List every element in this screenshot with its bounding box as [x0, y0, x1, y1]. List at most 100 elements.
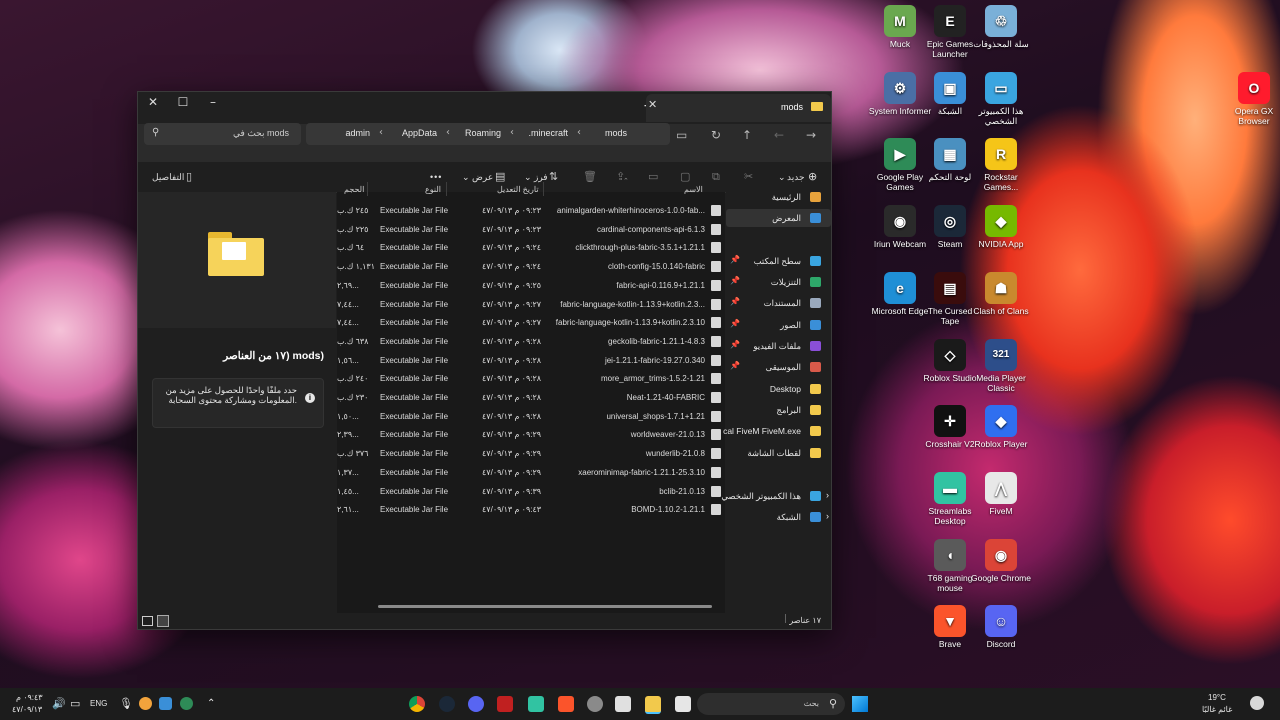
nav-item-this-pc[interactable]: هذا الكمبيوتر الشخصي › — [721, 487, 831, 505]
clock-date[interactable]: ٤٧/٠٩/١٣ — [12, 705, 42, 714]
desktop-icon-roblox-player[interactable]: ◆ Roblox Player — [969, 405, 1033, 449]
table-row[interactable]: fabric-api-0.116.9+1.21.1 ٠٩:٢٥ م ٤٧/٠٩/١… — [337, 277, 725, 295]
desktop-icon-fivem[interactable]: ⋀ FiveM — [969, 472, 1033, 516]
add-icon[interactable]: ⊕ — [808, 170, 817, 183]
forward-arrow-icon[interactable]: → — [806, 128, 816, 142]
horizontal-scrollbar[interactable] — [378, 605, 712, 608]
table-row[interactable]: jei-1.21.1-fabric-19.27.0.340 ٠٩:٢٨ م ٤٧/… — [337, 352, 725, 370]
app-icon[interactable] — [497, 696, 513, 712]
column-header-type[interactable]: النوع — [425, 185, 441, 194]
column-header-date[interactable]: تاريخ التعديل — [497, 185, 539, 194]
view-button[interactable]: عرض — [472, 172, 493, 183]
streamlabs-icon[interactable] — [528, 696, 544, 712]
tray-chevron-icon[interactable]: ⌃ — [207, 698, 215, 709]
paste-icon[interactable]: ▢ — [680, 170, 690, 183]
address-bar[interactable]: admin ‹ AppData ‹ Roaming ‹ .minecraft ‹… — [306, 123, 670, 145]
task-view-icon[interactable] — [675, 696, 691, 712]
back-arrow-icon[interactable]: ← — [774, 128, 784, 142]
nav-item-folder[interactable]: cal FiveM FiveM.exe — [723, 422, 831, 440]
up-arrow-icon[interactable]: ↑ — [742, 128, 752, 142]
close-window-button[interactable]: ✕ — [138, 92, 168, 112]
gaming-mouse-icon[interactable] — [587, 696, 603, 712]
nav-item-home[interactable]: الرئيسية — [726, 188, 831, 206]
desktop-icon-discord[interactable]: ☺ Discord — [969, 605, 1033, 649]
volume-icon[interactable]: 🔊 — [52, 697, 66, 710]
breadcrumb-mods[interactable]: mods — [605, 128, 627, 138]
table-row[interactable]: BOMD-1.10.2-1.21.1 ٠٩:٤٣ م ٤٧/٠٩/١٣ Execut… — [337, 501, 725, 519]
chrome-icon[interactable] — [409, 696, 425, 712]
nav-item-gallery[interactable]: المعرض — [726, 209, 831, 227]
language-indicator[interactable]: ENG — [90, 699, 107, 708]
table-row[interactable]: bclib-21.0.13 ٠٩:٣٩ م ٤٧/٠٩/١٣ Executable … — [337, 483, 725, 501]
desktop-icon-nvidia[interactable]: ◆ NVIDIA App — [969, 205, 1033, 249]
table-row[interactable]: more_armor_trims-1.5.2-1.21 ٠٩:٢٨ م ٤٧/٠٩… — [337, 370, 725, 388]
maximize-window-button[interactable]: ☐ — [168, 92, 198, 112]
table-row[interactable]: xaerominimap-fabric-1.21.1-25.3.10 ٠٩:٢٩ … — [337, 464, 725, 482]
clock-time[interactable]: ٠٩:٤٣ م — [16, 693, 43, 702]
breadcrumb-minecraft[interactable]: .minecraft — [528, 128, 568, 138]
nav-item-network[interactable]: الشبكة › — [726, 508, 831, 526]
table-row[interactable]: cloth-config-15.0.140-fabric ٠٩:٢٤ م ٤٧/٠… — [337, 258, 725, 276]
this-pc-icon[interactable]: ▭ — [676, 128, 687, 142]
desktop-icon-this-pc[interactable]: ▭ هذا الكمبيوتر الشخصي — [969, 72, 1033, 126]
table-row[interactable]: Neat-1.21-40-FABRIC ٠٩:٢٨ م ٤٧/٠٩/١٣ Execu… — [337, 389, 725, 407]
table-row[interactable]: wunderlib-21.0.8 ٠٩:٢٩ م ٤٧/٠٩/١٣ Executab… — [337, 445, 725, 463]
desktop-icon-recycle-bin[interactable]: ♲ سلة المحذوفات — [969, 5, 1033, 49]
column-header-size[interactable]: الحجم — [344, 185, 364, 194]
nav-item-desktop-folder[interactable]: سطح المكتب 📌 — [726, 252, 831, 270]
breadcrumb-admin[interactable]: admin — [345, 128, 370, 138]
table-row[interactable]: fabric-language-kotlin-1.13.9+kotlin.2.3… — [337, 314, 725, 332]
desktop-icon-media-player-classic[interactable]: 321 Media Player Classic — [969, 339, 1033, 393]
table-row[interactable]: geckolib-fabric-1.21.1-4.8.3 ٠٩:٢٨ م ٤٧/٠… — [337, 333, 725, 351]
column-header-name[interactable]: الاسم — [684, 185, 703, 194]
table-row[interactable]: worldweaver-21.0.13 ٠٩:٢٩ م ٤٧/٠٩/١٣ Execu… — [337, 426, 725, 444]
breadcrumb-roaming[interactable]: Roaming — [465, 128, 501, 138]
store-icon[interactable] — [615, 696, 631, 712]
chevron-right-icon[interactable]: › — [826, 511, 829, 521]
nav-item-pictures[interactable]: الصور 📌 — [726, 316, 831, 334]
sort-button[interactable]: فرز — [534, 172, 548, 183]
rename-icon[interactable]: ▭ — [648, 170, 658, 183]
discord-icon[interactable] — [468, 696, 484, 712]
weather-temp[interactable]: 19°C — [1208, 693, 1226, 702]
tray-app-icon[interactable] — [180, 697, 193, 710]
brave-icon[interactable] — [558, 696, 574, 712]
nav-item-folder[interactable]: لقطات الشاشة — [726, 444, 831, 462]
tray-app-icon[interactable] — [159, 697, 172, 710]
close-tab-icon[interactable]: ✕ — [648, 98, 657, 111]
new-button[interactable]: جديد — [787, 172, 805, 183]
copy-icon[interactable]: ⧉ — [712, 170, 720, 184]
network-icon[interactable]: ▭ — [70, 697, 80, 710]
desktop-icon-rockstar[interactable]: R Rockstar Games... — [969, 138, 1033, 192]
details-button[interactable]: التفاصيل — [152, 172, 184, 183]
steam-icon[interactable] — [439, 696, 455, 712]
table-row[interactable]: cardinal-components-api-6.1.3 ٠٩:٢٣ م ٤٧/… — [337, 221, 725, 239]
table-row[interactable]: fabric-language-kotlin-1.13.9+kotlin.2.3… — [337, 296, 725, 314]
nav-item-documents[interactable]: المستندات 📌 — [726, 294, 831, 312]
delete-icon[interactable]: 🗑 — [583, 170, 597, 183]
chevron-right-icon[interactable]: › — [826, 490, 829, 500]
refresh-icon[interactable]: ↻ — [711, 128, 721, 142]
nav-item-downloads[interactable]: التنزيلات 📌 — [726, 273, 831, 291]
details-view-icon[interactable] — [142, 616, 153, 626]
file-explorer-taskbar-icon[interactable] — [645, 696, 661, 714]
tiles-view-icon[interactable] — [157, 615, 169, 627]
taskbar-search[interactable]: ⚲ بحث — [697, 693, 845, 715]
table-row[interactable]: universal_shops-1.7.1+1.21 ٠٩:٢٨ م ٤٧/٠٩/… — [337, 408, 725, 426]
desktop-icon-chrome[interactable]: ◉ Google Chrome — [969, 539, 1033, 583]
nav-item-videos[interactable]: ملفات الفيديو 📌 — [726, 337, 831, 355]
desktop-icon-clash-of-clans[interactable]: ☗ Clash of Clans — [969, 272, 1033, 316]
more-options-button[interactable]: ••• — [430, 172, 442, 182]
cut-icon[interactable]: ✂ — [744, 170, 753, 183]
minimize-window-button[interactable]: – — [198, 92, 228, 112]
search-box[interactable]: ⚲ بحث في mods — [144, 123, 301, 145]
nav-item-music[interactable]: الموسيقى 📌 — [726, 358, 831, 376]
start-button[interactable] — [852, 696, 868, 712]
table-row[interactable]: clickthrough-plus-fabric-3.5.1+1.21.1 ٠٩:… — [337, 239, 725, 257]
desktop-icon-opera-gx[interactable]: O Opera GX Browser — [1222, 72, 1280, 126]
nav-item-folder[interactable]: Desktop — [726, 380, 831, 398]
nav-item-folder[interactable]: البرامج — [726, 401, 831, 419]
tab-mods[interactable]: ✕ mods — [646, 94, 831, 122]
breadcrumb-appdata[interactable]: AppData — [402, 128, 437, 138]
details-pane-icon[interactable]: ▯ — [186, 170, 192, 183]
